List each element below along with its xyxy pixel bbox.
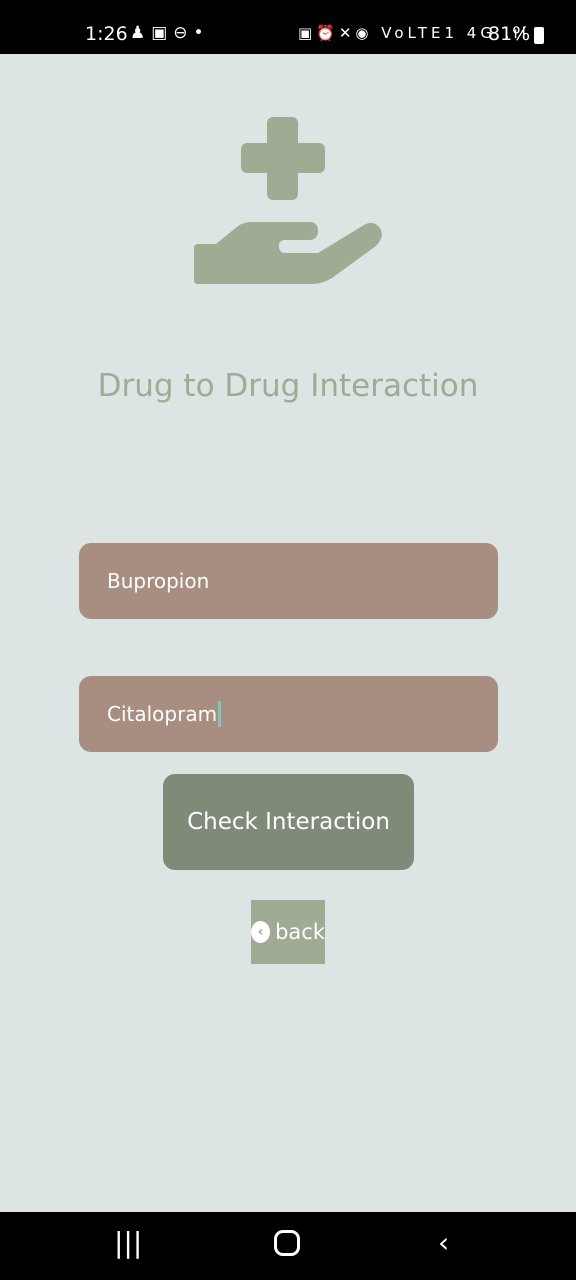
- back-button[interactable]: ‹ back: [251, 900, 325, 964]
- home-icon[interactable]: [274, 1230, 300, 1256]
- navigation-bar: ||| ‹: [0, 1212, 576, 1280]
- drug2-value: Citalopram: [107, 702, 218, 726]
- back-nav-icon[interactable]: ‹: [438, 1226, 449, 1259]
- drug1-input[interactable]: Bupropion: [79, 543, 498, 619]
- page-title: Drug to Drug Interaction: [97, 368, 479, 404]
- check-interaction-button[interactable]: Check Interaction: [163, 774, 414, 870]
- drug1-value: Bupropion: [107, 569, 210, 593]
- text-cursor: [218, 701, 222, 727]
- back-label: back: [275, 920, 325, 944]
- chevron-left-icon: ‹: [251, 921, 271, 943]
- recent-apps-icon[interactable]: |||: [114, 1226, 142, 1259]
- medical-hand-icon: [194, 117, 382, 284]
- drug2-input[interactable]: Citalopram: [79, 676, 498, 752]
